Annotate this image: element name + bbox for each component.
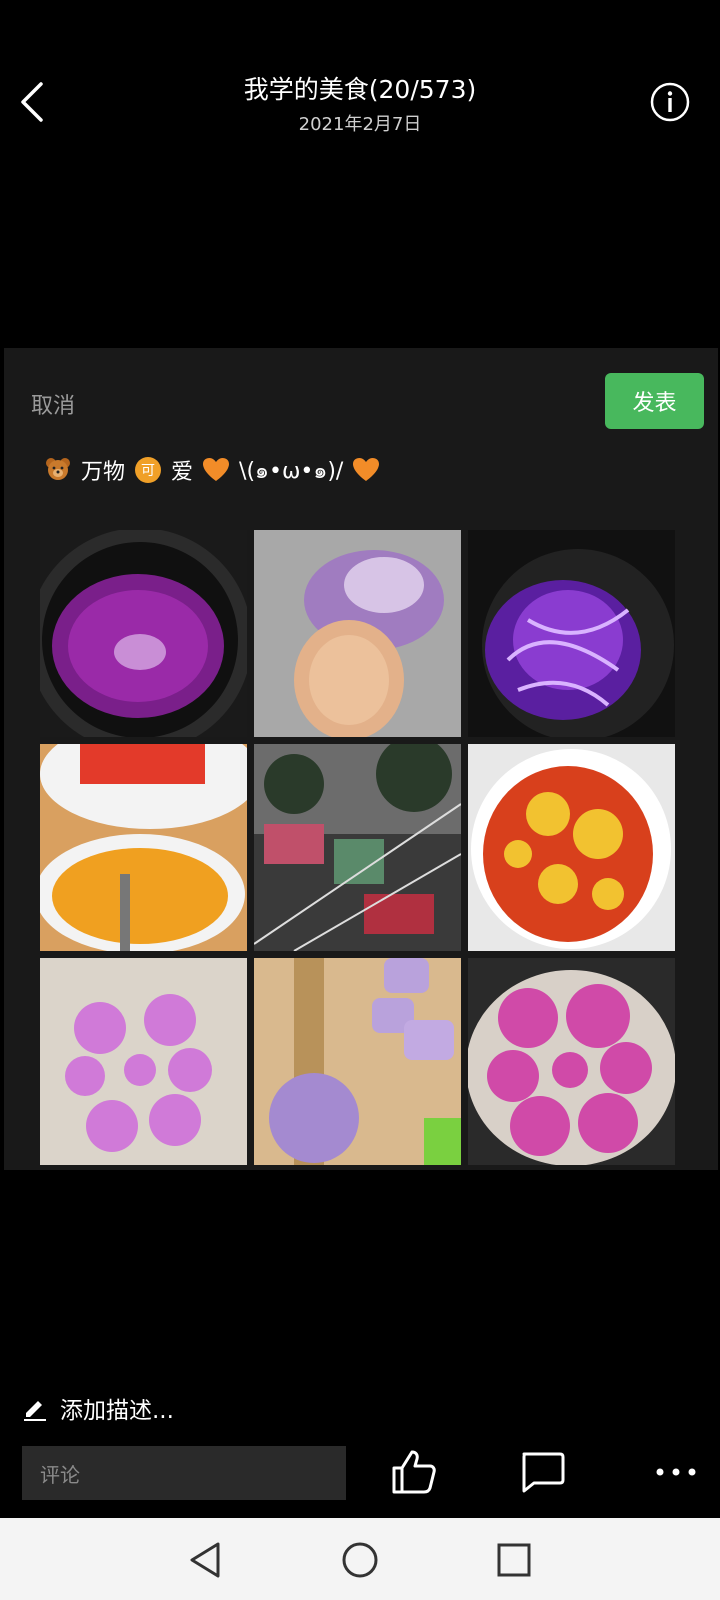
page-date: 2021年2月7日: [298, 114, 422, 135]
photo-4[interactable]: [40, 744, 247, 951]
comment-button[interactable]: [518, 1450, 566, 1494]
orange-heart-icon: [203, 458, 230, 481]
nav-recents-button[interactable]: [494, 1540, 534, 1580]
post-card: 取消 发表 万物 可 爱 \(๑•ω•๑)/: [4, 348, 718, 1170]
pencil-icon: [24, 1401, 46, 1421]
photo-8[interactable]: [254, 958, 461, 1165]
nav-home-button[interactable]: [340, 1540, 380, 1580]
orange-heart-icon: [353, 458, 380, 481]
comment-input[interactable]: 评论: [22, 1446, 346, 1500]
photo-grid: [40, 530, 685, 1170]
thumbs-up-icon: [392, 1450, 436, 1494]
photo-9[interactable]: [468, 958, 675, 1165]
triangle-back-icon: [190, 1542, 220, 1578]
post-text-part-1: 万物: [81, 460, 126, 485]
post-text: 万物 可 爱 \(๑•ω•๑)/: [39, 448, 385, 492]
photo-1[interactable]: [40, 530, 247, 737]
square-recents-icon: [497, 1543, 531, 1577]
teddy-bear-icon: [46, 458, 70, 480]
svg-text:可: 可: [141, 463, 155, 479]
photo-6[interactable]: [468, 744, 675, 951]
page-title: 我学的美食(20/573): [243, 75, 477, 104]
more-dots-icon: [656, 1468, 696, 1476]
more-options-button[interactable]: [652, 1458, 700, 1486]
info-button[interactable]: [648, 80, 692, 124]
publish-button[interactable]: 发表: [605, 373, 704, 429]
comment-icon: [522, 1452, 565, 1493]
info-icon: [650, 82, 690, 122]
ke-character-emoji-icon: 可: [135, 457, 162, 483]
post-text-part-2: 爱: [171, 460, 194, 485]
top-bar: 我学的美食(20/573) 2021年2月7日: [0, 0, 720, 160]
photo-7[interactable]: [40, 958, 247, 1165]
circle-home-icon: [342, 1542, 378, 1578]
photo-2[interactable]: [254, 530, 461, 737]
add-description-button[interactable]: 添加描述...: [22, 1388, 174, 1428]
cancel-button[interactable]: 取消: [31, 388, 75, 420]
nav-back-button[interactable]: [186, 1540, 226, 1580]
photo-5[interactable]: [254, 744, 461, 951]
add-description-label: 添加描述...: [60, 1398, 174, 1424]
system-navigation-bar: [0, 1518, 720, 1600]
like-button[interactable]: [390, 1448, 438, 1496]
photo-3[interactable]: [468, 530, 675, 737]
post-text-part-3: \(๑•ω•๑)/: [239, 458, 344, 484]
